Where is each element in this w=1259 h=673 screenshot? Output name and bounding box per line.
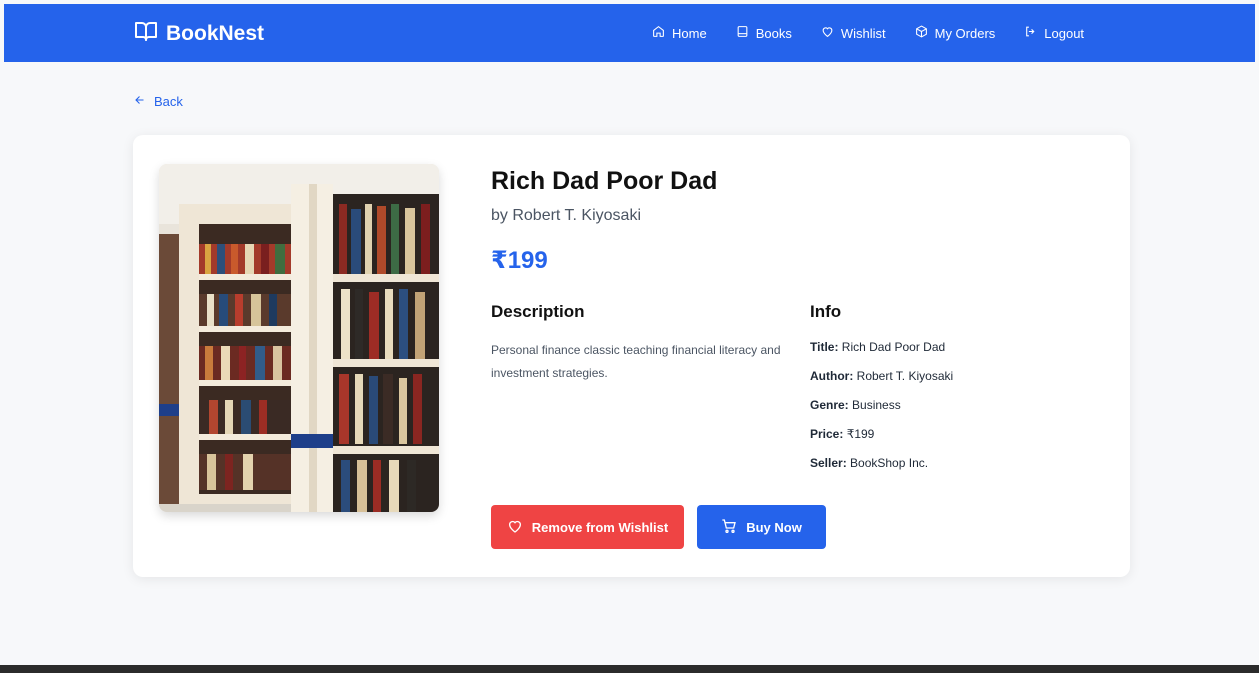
nav-home[interactable]: Home — [652, 25, 707, 41]
arrow-left-icon — [134, 94, 146, 109]
info-value: BookShop Inc. — [850, 456, 929, 470]
info-heading: Info — [810, 302, 842, 321]
brand-logo[interactable]: BookNest — [134, 19, 264, 49]
info-label: Title: — [810, 340, 839, 354]
home-icon — [652, 25, 665, 41]
book-title: Rich Dad Poor Dad — [491, 167, 718, 195]
cart-icon — [721, 518, 737, 537]
os-taskbar — [0, 665, 1259, 673]
info-row-author: Author: Robert T. Kiyosaki — [810, 369, 953, 398]
nav-home-label: Home — [672, 25, 707, 41]
description-text: Personal finance classic teaching financ… — [491, 343, 781, 380]
info-label: Seller: — [810, 456, 847, 470]
info-value: ₹199 — [846, 427, 875, 441]
book-cover-image — [159, 164, 439, 512]
logout-icon — [1024, 25, 1037, 41]
description-heading: Description — [491, 302, 585, 321]
nav-books[interactable]: Books — [736, 25, 792, 41]
nav-wishlist[interactable]: Wishlist — [821, 25, 886, 41]
info-value: Rich Dad Poor Dad — [841, 340, 946, 354]
nav-my-orders[interactable]: My Orders — [915, 25, 996, 41]
info-value: Business — [852, 398, 901, 412]
nav-books-label: Books — [755, 25, 792, 41]
nav-my-orders-label: My Orders — [934, 25, 996, 41]
info-label: Author: — [810, 369, 854, 383]
buy-now-button[interactable]: Buy Now — [697, 505, 826, 549]
remove-from-wishlist-button[interactable]: Remove from Wishlist — [491, 505, 684, 549]
brand-name: BookNest — [166, 22, 265, 45]
info-list: Title: Rich Dad Poor Dad Author: Robert … — [810, 340, 953, 485]
book-icon — [736, 25, 749, 41]
info-row-genre: Genre: Business — [810, 398, 953, 427]
heart-icon — [821, 25, 834, 41]
top-navbar: BookNest Home Books Wishlist My Orders L… — [4, 4, 1255, 62]
info-label: Genre: — [810, 398, 849, 412]
info-row-price: Price: ₹199 — [810, 427, 953, 456]
remove-from-wishlist-label: Remove from Wishlist — [531, 519, 669, 535]
main-nav: Home Books Wishlist My Orders Logout — [652, 4, 1113, 62]
book-detail-card: Rich Dad Poor Dad by Robert T. Kiyosaki … — [133, 135, 1130, 577]
info-row-seller: Seller: BookShop Inc. — [810, 456, 953, 485]
package-icon — [915, 25, 928, 41]
back-label: Back — [154, 94, 183, 109]
nav-logout[interactable]: Logout — [1024, 25, 1084, 41]
buy-now-label: Buy Now — [746, 519, 802, 535]
info-label: Price: — [810, 427, 844, 441]
nav-logout-label: Logout — [1044, 25, 1085, 41]
info-value: Robert T. Kiyosaki — [856, 369, 954, 383]
heart-icon — [507, 518, 523, 537]
book-price: ₹199 — [491, 247, 548, 274]
open-book-icon — [134, 19, 158, 49]
info-row-title: Title: Rich Dad Poor Dad — [810, 340, 953, 369]
nav-wishlist-label: Wishlist — [840, 25, 886, 41]
back-link[interactable]: Back — [134, 94, 183, 109]
book-author: by Robert T. Kiyosaki — [491, 207, 641, 224]
